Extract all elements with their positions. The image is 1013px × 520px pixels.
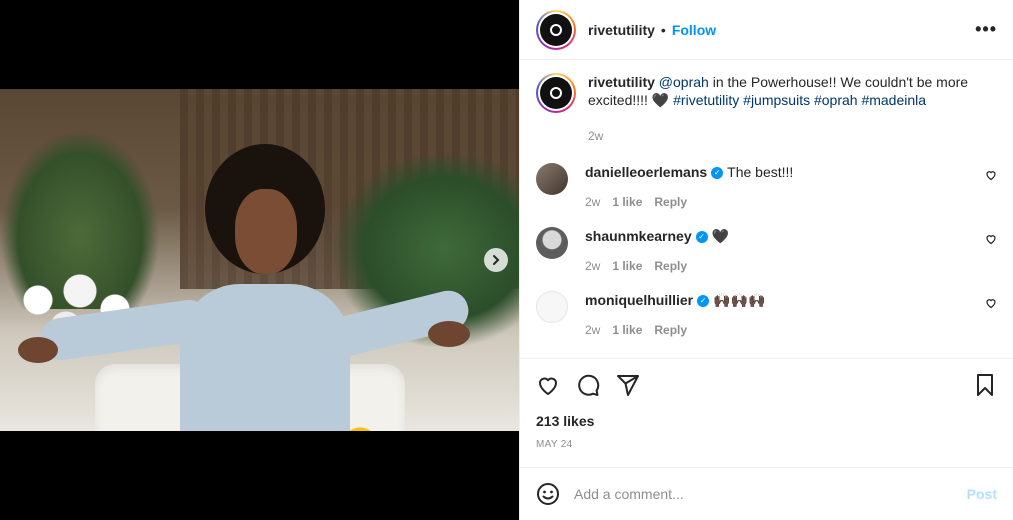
- comment-likes[interactable]: 1 like: [612, 323, 642, 337]
- comment-time[interactable]: 2w: [585, 195, 600, 209]
- verified-badge-icon: ✓: [695, 231, 708, 244]
- like-heart-icon[interactable]: [536, 373, 560, 397]
- caption-text: rivetutility @oprah in the Powerhouse!! …: [588, 73, 978, 145]
- verified-badge-icon: ✓: [697, 295, 710, 308]
- comment-item: danielleoerlemans ✓ The best!!! 2w 1 like …: [536, 163, 997, 209]
- post-header: rivetutility • Follow •••: [520, 0, 1013, 60]
- post-media-area: [0, 0, 519, 520]
- brand-logo-icon: [540, 13, 572, 46]
- photo-person-body: [180, 284, 350, 431]
- comment-item: moniquelhuillier ✓ 🙌🏿🙌🏿🙌🏿 2w 1 like Reply: [536, 291, 997, 337]
- comment-like-heart-icon[interactable]: [985, 169, 997, 181]
- comment-bubble-icon[interactable]: [576, 373, 600, 397]
- comment-reply-button[interactable]: Reply: [654, 195, 687, 209]
- follow-button[interactable]: Follow: [672, 22, 716, 38]
- photo-face: [235, 189, 297, 274]
- caption-username[interactable]: rivetutility: [588, 74, 655, 90]
- comment-username[interactable]: moniquelhuillier: [585, 292, 693, 308]
- post-photo[interactable]: [0, 89, 519, 431]
- post-caption: rivetutility @oprah in the Powerhouse!! …: [536, 61, 997, 145]
- share-paper-plane-icon[interactable]: [616, 373, 640, 397]
- comment-likes[interactable]: 1 like: [612, 195, 642, 209]
- post-side-panel: rivetutility • Follow ••• rivetutility @…: [519, 0, 1013, 520]
- avatar[interactable]: [536, 9, 576, 50]
- avatar[interactable]: [536, 291, 568, 323]
- comment-likes[interactable]: 1 like: [612, 259, 642, 273]
- comment-text: 🖤: [711, 228, 730, 244]
- caption-mention[interactable]: @oprah: [659, 74, 709, 90]
- comment-username[interactable]: danielleoerlemans: [585, 164, 707, 180]
- photo-sunflowers: [300, 419, 420, 431]
- chevron-right-icon: [493, 255, 500, 265]
- comment-input[interactable]: [574, 486, 967, 502]
- avatar[interactable]: [536, 227, 568, 259]
- comment-text: The best!!!: [727, 164, 794, 180]
- add-comment-bar: Post: [520, 467, 1013, 520]
- more-options-icon[interactable]: •••: [975, 19, 997, 40]
- comment-text: 🙌🏿🙌🏿🙌🏿: [713, 292, 766, 308]
- comment-like-heart-icon[interactable]: [985, 233, 997, 245]
- brand-logo-icon: [540, 77, 572, 109]
- avatar[interactable]: [536, 163, 568, 195]
- post-actions: 213 likes MAY 24: [520, 358, 1013, 450]
- emoji-smiley-icon[interactable]: [536, 482, 560, 506]
- post-date: MAY 24: [536, 439, 573, 450]
- comment-time[interactable]: 2w: [585, 323, 600, 337]
- comment-item: shaunmkearney ✓ 🖤 2w 1 like Reply: [536, 227, 997, 273]
- header-username[interactable]: rivetutility: [588, 22, 655, 38]
- verified-badge-icon: ✓: [711, 167, 724, 180]
- comment-like-heart-icon[interactable]: [985, 297, 997, 309]
- comment-reply-button[interactable]: Reply: [654, 323, 687, 337]
- header-separator: •: [660, 21, 666, 38]
- carousel-next-button[interactable]: [484, 248, 508, 272]
- photo-hand-left: [18, 337, 58, 363]
- post-button[interactable]: Post: [967, 486, 997, 502]
- comment-username[interactable]: shaunmkearney: [585, 228, 692, 244]
- caption-hashtags[interactable]: #rivetutility #jumpsuits #oprah #madeinl…: [673, 92, 926, 108]
- comment-time[interactable]: 2w: [585, 259, 600, 273]
- caption-time: 2w: [588, 129, 604, 143]
- likes-count[interactable]: 213 likes: [536, 413, 997, 429]
- comment-reply-button[interactable]: Reply: [654, 259, 687, 273]
- comments-list[interactable]: rivetutility @oprah in the Powerhouse!! …: [520, 61, 1013, 358]
- photo-hand-right: [428, 321, 470, 347]
- avatar[interactable]: [536, 73, 576, 113]
- save-bookmark-icon[interactable]: [973, 373, 997, 397]
